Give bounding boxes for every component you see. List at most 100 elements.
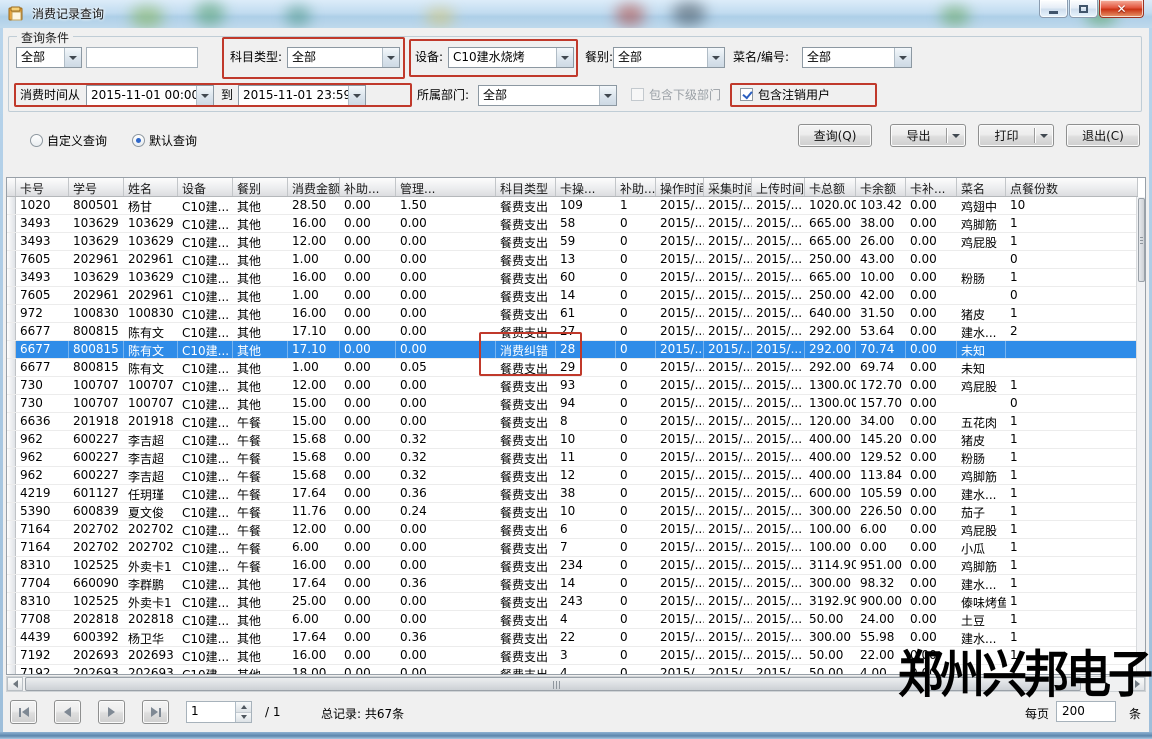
- first-page-button[interactable]: [10, 700, 37, 724]
- column-header[interactable]: 点餐份数: [1006, 178, 1138, 196]
- next-page-button[interactable]: [98, 700, 125, 724]
- cell: 4219: [16, 485, 69, 502]
- table-row[interactable]: 730100707100707C10建...其他12.000.000.00餐费支…: [7, 377, 1138, 395]
- department-combobox[interactable]: 全部: [478, 85, 617, 106]
- cell: 鸡翅中: [957, 197, 1006, 214]
- table-row[interactable]: 3493103629103629C10建...其他12.000.000.00餐费…: [7, 233, 1138, 251]
- cell: 1: [1006, 215, 1138, 232]
- table-row[interactable]: 7164202702202702C10建...午餐12.000.000.00餐费…: [7, 521, 1138, 539]
- table-row[interactable]: 972100830100830C10建...其他16.000.000.00餐费支…: [7, 305, 1138, 323]
- print-dropdown-arrow[interactable]: [1035, 134, 1053, 138]
- column-header[interactable]: 上传时间: [752, 178, 805, 196]
- column-header[interactable]: 卡号: [16, 178, 69, 196]
- table-row[interactable]: 3493103629103629C10建...其他16.000.000.00餐费…: [7, 269, 1138, 287]
- maximize-button[interactable]: [1069, 0, 1098, 18]
- cell: 7192: [16, 665, 69, 675]
- print-button[interactable]: 打印: [978, 124, 1054, 147]
- table-row[interactable]: 3493103629103629C10建...其他16.000.000.00餐费…: [7, 215, 1138, 233]
- keyword-input[interactable]: [86, 47, 198, 68]
- cell: 38: [556, 485, 616, 502]
- print-button-label: 打印: [979, 127, 1034, 144]
- chevron-down-icon[interactable]: [599, 86, 616, 105]
- column-header[interactable]: 姓名: [124, 178, 178, 196]
- previous-page-icon: [64, 707, 71, 717]
- column-header[interactable]: 卡总额: [805, 178, 856, 196]
- spin-down-icon[interactable]: [236, 713, 251, 723]
- vertical-scrollbar-thumb[interactable]: [1138, 198, 1145, 282]
- dish-combobox[interactable]: 全部: [802, 47, 912, 68]
- query-button[interactable]: 查询(Q): [798, 124, 872, 147]
- table-row[interactable]: 1020800501杨甘C10建...其他28.500.001.50餐费支出10…: [7, 197, 1138, 215]
- column-header[interactable]: 菜名: [957, 178, 1006, 196]
- cell: 6677: [16, 359, 69, 376]
- cell: 0: [616, 521, 656, 538]
- export-dropdown-arrow[interactable]: [947, 134, 965, 138]
- table-row[interactable]: 7704660090李群鹏C10建...其他17.640.000.36餐费支出1…: [7, 575, 1138, 593]
- row-indicator: [7, 359, 16, 376]
- column-header[interactable]: 设备: [178, 178, 233, 196]
- column-header[interactable]: 管理...: [396, 178, 496, 196]
- cell: 0.00: [906, 503, 957, 520]
- cell: 600.00: [805, 485, 856, 502]
- cell: 100.00: [805, 539, 856, 556]
- cell: 900.00: [856, 593, 906, 610]
- column-header[interactable]: 卡补...: [906, 178, 957, 196]
- table-row[interactable]: 962600227李吉超C10建...午餐15.680.000.32餐费支出12…: [7, 467, 1138, 485]
- scroll-left-button[interactable]: [7, 677, 23, 691]
- spinner-buttons[interactable]: [235, 702, 251, 722]
- column-header[interactable]: 操作时间: [656, 178, 704, 196]
- cell: 其他: [233, 341, 288, 358]
- minimize-button[interactable]: [1039, 0, 1068, 18]
- column-header[interactable]: 卡余额: [856, 178, 906, 196]
- cell: 午餐: [233, 467, 288, 484]
- table-row[interactable]: 7605202961202961C10建...其他1.000.000.00餐费支…: [7, 287, 1138, 305]
- cell: 茄子: [957, 503, 1006, 520]
- cell: 0: [1006, 251, 1138, 268]
- table-row[interactable]: 7605202961202961C10建...其他1.000.000.00餐费支…: [7, 251, 1138, 269]
- cell: 鸡脚筋: [957, 215, 1006, 232]
- cell: 0.00: [396, 647, 496, 664]
- exit-button[interactable]: 退出(C): [1066, 124, 1140, 147]
- column-header[interactable]: 科目类型: [496, 178, 556, 196]
- cell: 601127: [69, 485, 124, 502]
- column-header[interactable]: 餐别: [233, 178, 288, 196]
- table-row[interactable]: 962600227李吉超C10建...午餐15.680.000.32餐费支出11…: [7, 449, 1138, 467]
- chevron-down-icon[interactable]: [894, 48, 911, 67]
- page-number-spinner[interactable]: 1: [186, 701, 252, 723]
- close-button[interactable]: ✕: [1099, 0, 1144, 18]
- table-row[interactable]: 962600227李吉超C10建...午餐15.680.000.32餐费支出10…: [7, 431, 1138, 449]
- column-header[interactable]: 补助...: [616, 178, 656, 196]
- column-header[interactable]: 消费金额: [288, 178, 340, 196]
- custom-query-radio[interactable]: [30, 134, 43, 147]
- cell: 其他: [233, 611, 288, 628]
- include-sub-dept-checkbox[interactable]: [631, 88, 644, 101]
- last-page-button[interactable]: [142, 700, 169, 724]
- table-row[interactable]: 6636201918201918C10建...午餐15.000.000.00餐费…: [7, 413, 1138, 431]
- cell: 25.00: [288, 593, 340, 610]
- table-row[interactable]: 730100707100707C10建...其他15.000.000.00餐费支…: [7, 395, 1138, 413]
- table-row[interactable]: 8310102525外卖卡1C10建...午餐16.000.000.00餐费支出…: [7, 557, 1138, 575]
- column-header[interactable]: 卡操...: [556, 178, 616, 196]
- export-button[interactable]: 导出: [890, 124, 966, 147]
- cell: 400.00: [805, 449, 856, 466]
- chevron-down-icon[interactable]: [707, 48, 724, 67]
- table-row[interactable]: 8310102525外卖卡1C10建...其他25.000.000.00餐费支出…: [7, 593, 1138, 611]
- table-row[interactable]: 4219601127任玥瑾C10建...午餐17.640.000.36餐费支出3…: [7, 485, 1138, 503]
- cell: 0.00: [906, 593, 957, 610]
- cell: 13: [556, 251, 616, 268]
- vertical-scrollbar[interactable]: [1136, 197, 1145, 675]
- meal-combobox[interactable]: 全部: [613, 47, 725, 68]
- app-icon: [8, 6, 25, 22]
- cell: 34.00: [856, 413, 906, 430]
- chevron-down-icon[interactable]: [64, 48, 81, 67]
- table-row[interactable]: 5390600839夏文俊C10建...午餐11.760.000.24餐费支出1…: [7, 503, 1138, 521]
- column-header[interactable]: 采集时间: [704, 178, 752, 196]
- table-row[interactable]: 7164202702202702C10建...午餐6.000.000.00餐费支…: [7, 539, 1138, 557]
- spin-up-icon[interactable]: [236, 702, 251, 713]
- table-row[interactable]: 7708202818202818C10建...其他6.000.000.00餐费支…: [7, 611, 1138, 629]
- previous-page-button[interactable]: [54, 700, 81, 724]
- column-header[interactable]: 学号: [69, 178, 124, 196]
- query-type-combobox[interactable]: 全部: [16, 47, 82, 68]
- default-query-radio[interactable]: [132, 134, 145, 147]
- column-header[interactable]: 补助...: [340, 178, 396, 196]
